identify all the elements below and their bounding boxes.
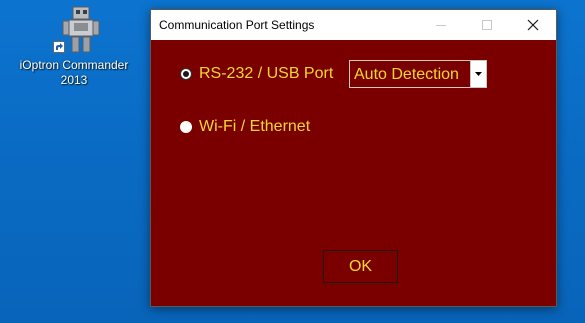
communication-port-settings-dialog: Communication Port Settings RS-232 / USB… bbox=[150, 9, 557, 307]
ok-button[interactable]: OK bbox=[323, 250, 398, 283]
minimize-button[interactable] bbox=[418, 10, 464, 40]
title-bar[interactable]: Communication Port Settings bbox=[151, 10, 556, 40]
close-button[interactable] bbox=[510, 10, 556, 40]
desktop-icon-label: iOptron Commander 2013 bbox=[14, 58, 134, 88]
rs232-usb-radio[interactable] bbox=[180, 68, 192, 80]
minimize-icon bbox=[436, 25, 446, 26]
desktop-icon-label-line2: 2013 bbox=[60, 73, 88, 87]
port-select-value: Auto Detection bbox=[354, 66, 459, 83]
robot-app-icon bbox=[62, 6, 100, 53]
dropdown-arrow-button[interactable] bbox=[470, 61, 486, 87]
wifi-ethernet-label[interactable]: Wi-Fi / Ethernet bbox=[199, 118, 310, 136]
dialog-client-area: RS-232 / USB Port Auto Detection Wi-Fi /… bbox=[151, 40, 556, 306]
maximize-button[interactable] bbox=[464, 10, 510, 40]
desktop-icon-label-line1: iOptron Commander bbox=[19, 58, 129, 72]
rs232-usb-label[interactable]: RS-232 / USB Port bbox=[199, 65, 333, 83]
shortcut-arrow-icon bbox=[53, 41, 65, 53]
window-title: Communication Port Settings bbox=[159, 18, 315, 32]
close-icon bbox=[527, 19, 539, 31]
chevron-down-icon bbox=[475, 72, 482, 76]
port-select-dropdown[interactable]: Auto Detection bbox=[349, 60, 487, 88]
desktop-shortcut-ioptron-commander[interactable]: iOptron Commander 2013 bbox=[14, 6, 134, 90]
maximize-icon bbox=[482, 20, 492, 30]
wifi-ethernet-radio[interactable] bbox=[180, 121, 192, 133]
desktop: iOptron Commander 2013 Communication Por… bbox=[0, 0, 585, 323]
